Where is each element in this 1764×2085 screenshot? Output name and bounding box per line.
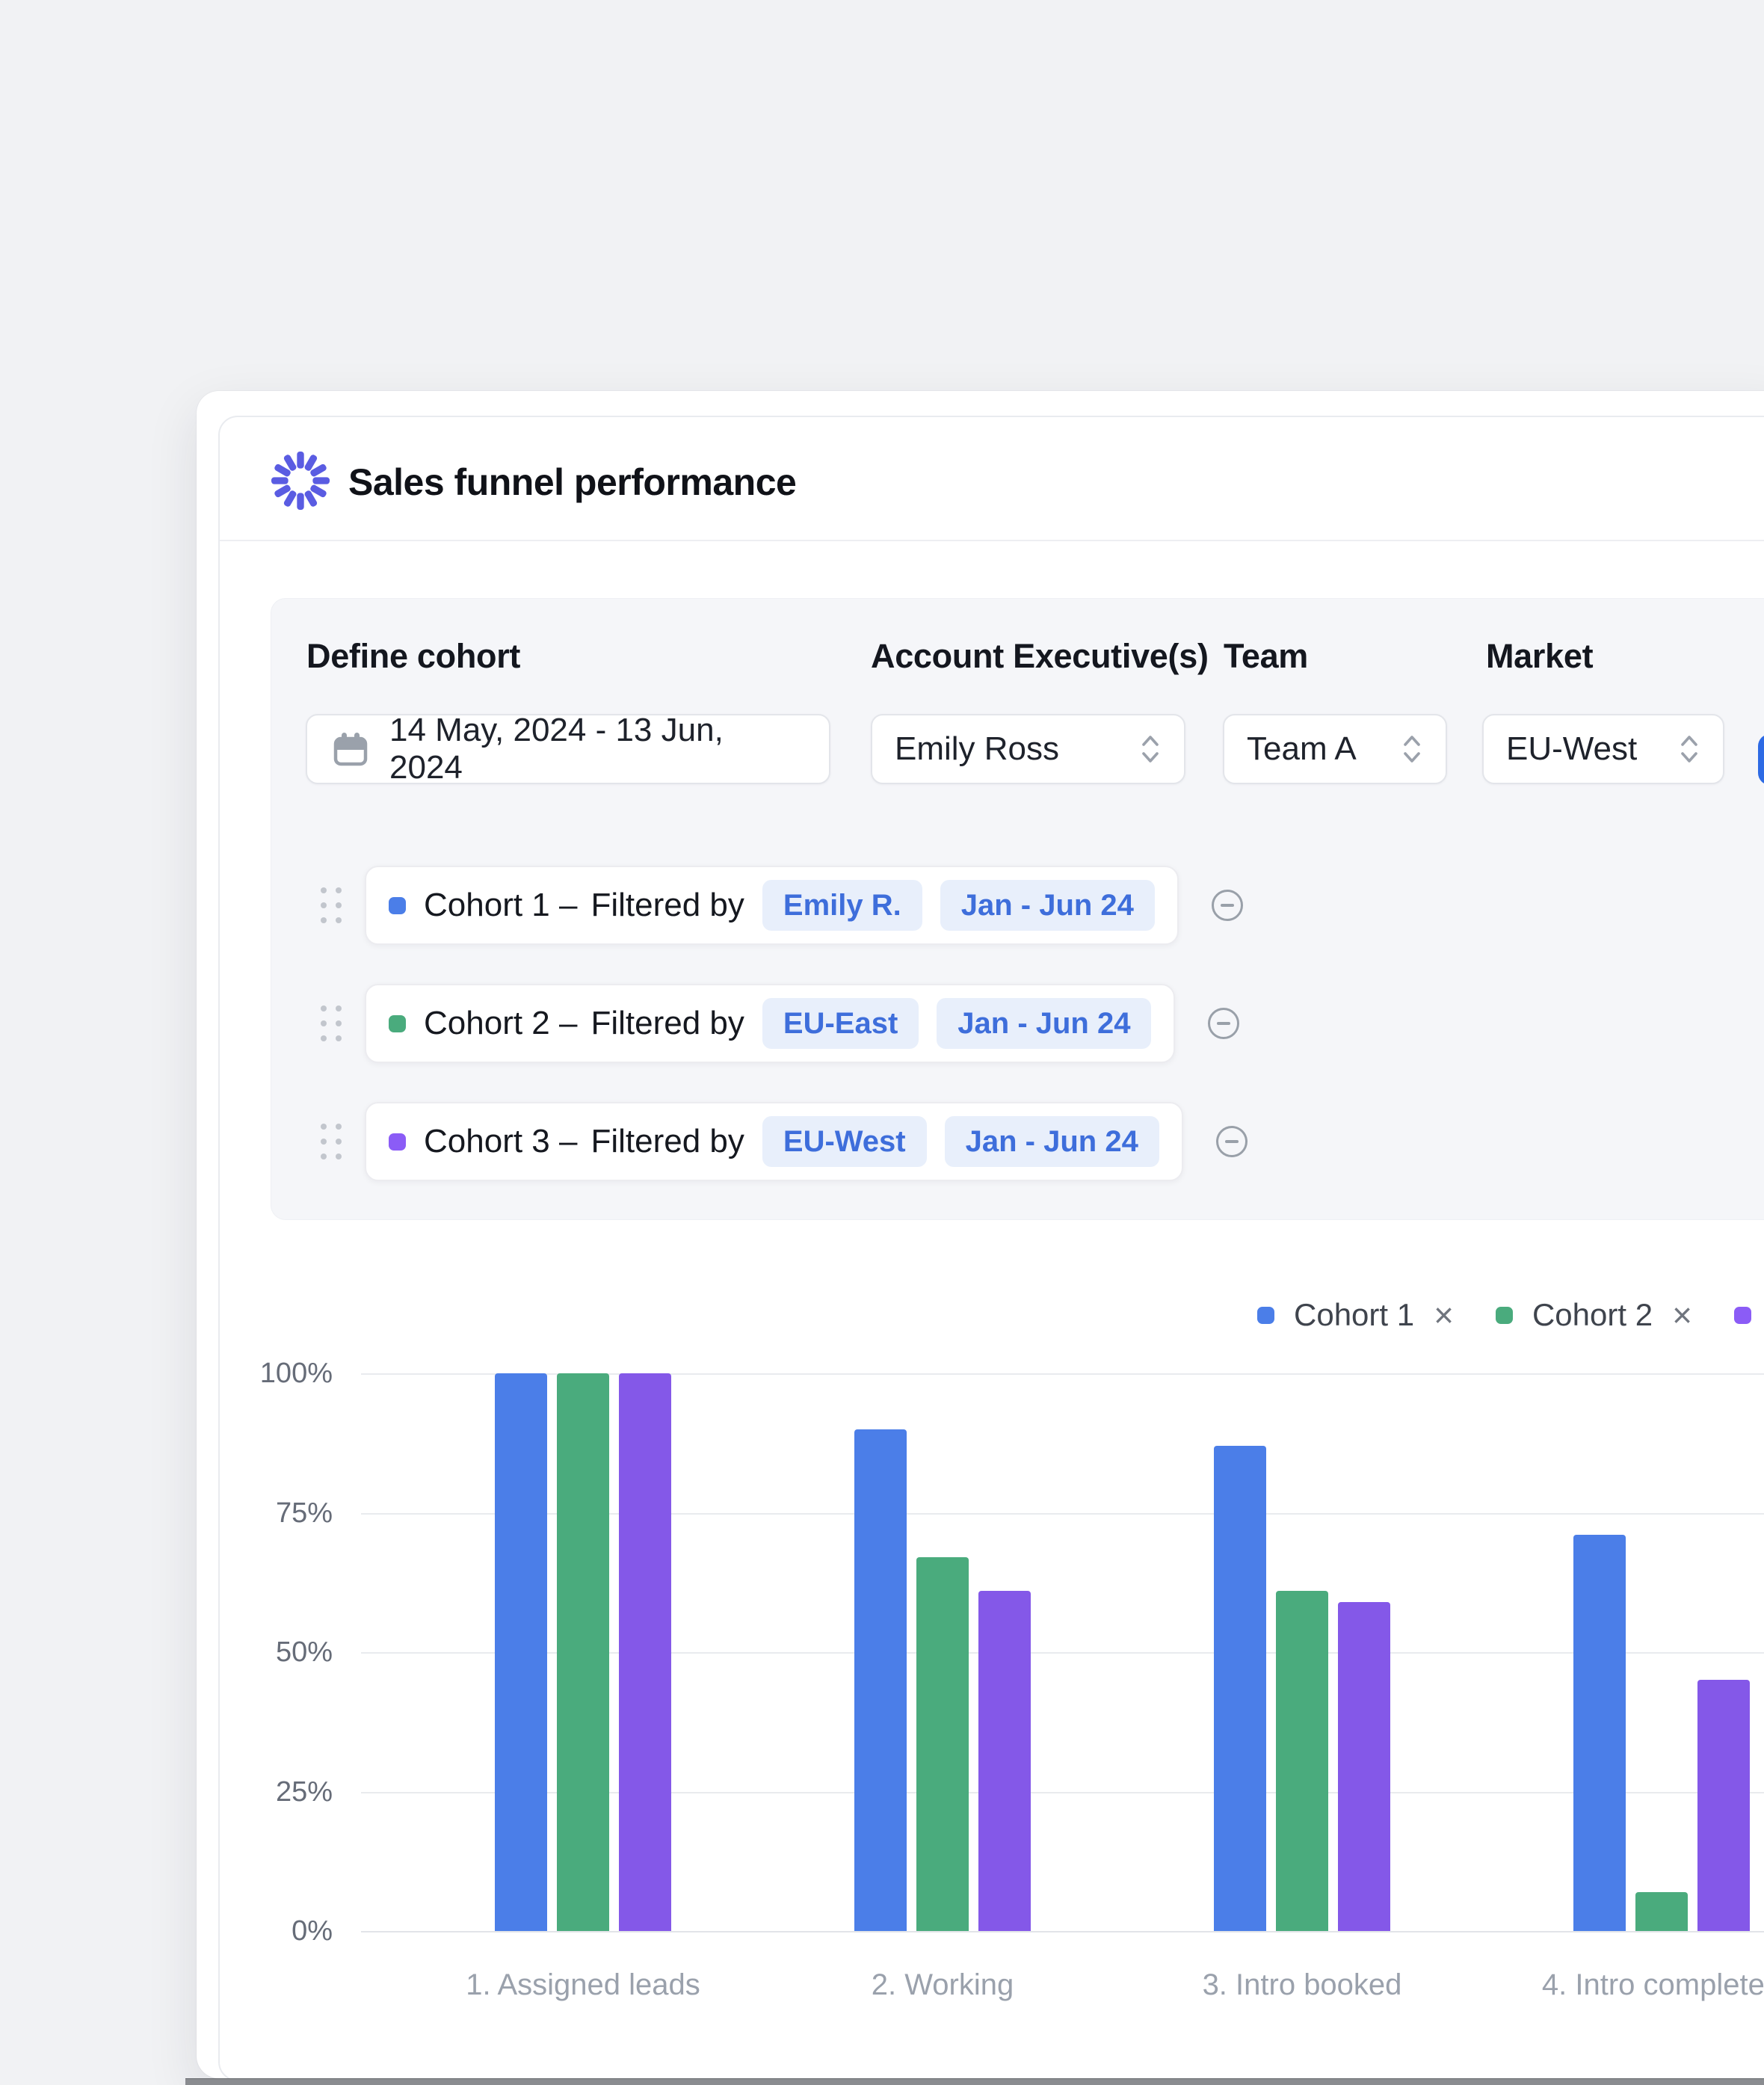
drag-handle-icon[interactable] bbox=[321, 1005, 342, 1041]
account-executive-select[interactable]: Emily Ross bbox=[871, 714, 1185, 784]
close-icon[interactable]: × bbox=[1672, 1298, 1692, 1332]
bottom-edge-bar bbox=[185, 2078, 1764, 2085]
bar-cohort-2-cat4 bbox=[1635, 1892, 1688, 1931]
market-value: EU-West bbox=[1506, 730, 1637, 768]
cohort-color-swatch bbox=[389, 897, 406, 914]
close-icon[interactable]: × bbox=[1434, 1298, 1454, 1332]
x-axis-category: 1. Assigned leads bbox=[396, 1968, 770, 2002]
legend-swatch bbox=[1496, 1307, 1513, 1324]
cohort-row: Cohort 3 – Filtered by EU-West Jan - Jun… bbox=[321, 1102, 1248, 1181]
bar-cohort-1-cat3 bbox=[1214, 1446, 1266, 1931]
filtered-by-label: Filtered by bbox=[590, 1005, 744, 1042]
remove-cohort-icon[interactable] bbox=[1208, 1008, 1239, 1039]
remove-cohort-icon[interactable] bbox=[1216, 1126, 1248, 1157]
app-logo-icon bbox=[271, 452, 330, 510]
chevron-updown-icon bbox=[1139, 731, 1162, 767]
y-axis-tick: 100% bbox=[194, 1358, 333, 1390]
x-axis-category: 2. Working bbox=[756, 1968, 1129, 2002]
cohort-name: Cohort 2 – bbox=[424, 1005, 577, 1042]
legend-item-cohort-1[interactable]: Cohort 1 × bbox=[1257, 1297, 1454, 1333]
x-axis-category: 3. Intro booked bbox=[1115, 1968, 1489, 2002]
cohort-2-card[interactable]: Cohort 2 – Filtered by EU-East Jan - Jun… bbox=[365, 984, 1175, 1063]
legend-label: Cohort 2 bbox=[1532, 1297, 1653, 1333]
cohort-1-card[interactable]: Cohort 1 – Filtered by Emily R. Jan - Ju… bbox=[365, 866, 1179, 945]
chart-legend: Cohort 1 × Cohort 2 × Cohort 3 × bbox=[1257, 1299, 1764, 1331]
bar-cohort-3-cat1 bbox=[619, 1373, 671, 1931]
y-axis-tick: 25% bbox=[194, 1776, 333, 1808]
cohort-color-swatch bbox=[389, 1015, 406, 1032]
y-axis-tick: 0% bbox=[194, 1915, 333, 1947]
legend-item-cohort-2[interactable]: Cohort 2 × bbox=[1496, 1297, 1692, 1333]
bar-cohort-1-cat2 bbox=[854, 1429, 907, 1931]
filter-chip[interactable]: Jan - Jun 24 bbox=[940, 880, 1155, 931]
dashboard-page: Sales funnel performance Define cohort A… bbox=[0, 0, 1764, 2085]
bar-cohort-3-cat2 bbox=[978, 1591, 1031, 1931]
chevron-updown-icon bbox=[1678, 731, 1700, 767]
bar-cohort-3-cat3 bbox=[1338, 1602, 1390, 1931]
bar-cohort-2-cat2 bbox=[916, 1557, 969, 1931]
legend-swatch bbox=[1734, 1307, 1751, 1324]
bar-cohort-1-cat4 bbox=[1573, 1535, 1626, 1931]
gridline-0-baseline bbox=[361, 1931, 1764, 1932]
bar-cohort-2-cat1 bbox=[557, 1373, 609, 1931]
y-axis-tick: 50% bbox=[194, 1636, 333, 1669]
header-divider bbox=[220, 540, 1764, 541]
define-cohort-label: Define cohort bbox=[306, 637, 520, 676]
legend-label: Cohort 1 bbox=[1294, 1297, 1414, 1333]
filter-chip[interactable]: EU-West bbox=[762, 1116, 927, 1167]
filtered-by-label: Filtered by bbox=[590, 1123, 744, 1160]
drag-handle-icon[interactable] bbox=[321, 887, 342, 923]
legend-swatch bbox=[1257, 1307, 1274, 1324]
cohort-color-swatch bbox=[389, 1133, 406, 1151]
x-axis-category: 4. Intro completed bbox=[1475, 1968, 1764, 2002]
edge-action-button[interactable] bbox=[1758, 734, 1764, 785]
cohort-3-card[interactable]: Cohort 3 – Filtered by EU-West Jan - Jun… bbox=[365, 1102, 1183, 1181]
market-label: Market bbox=[1486, 637, 1593, 676]
legend-item-cohort-3[interactable]: Cohort 3 × bbox=[1734, 1297, 1764, 1333]
chevron-updown-icon bbox=[1401, 731, 1423, 767]
account-executives-label: Account Executive(s) bbox=[871, 637, 1209, 676]
date-range-value: 14 May, 2024 - 13 Jun, 2024 bbox=[389, 712, 804, 786]
team-label: Team bbox=[1224, 637, 1308, 676]
cohort-name: Cohort 1 – bbox=[424, 887, 577, 924]
y-axis-tick: 75% bbox=[194, 1497, 333, 1530]
cohort-row: Cohort 1 – Filtered by Emily R. Jan - Ju… bbox=[321, 866, 1243, 945]
filter-chip[interactable]: Emily R. bbox=[762, 880, 922, 931]
calendar-icon bbox=[333, 731, 368, 767]
page-title: Sales funnel performance bbox=[348, 461, 796, 503]
filter-chip[interactable]: EU-East bbox=[762, 998, 919, 1049]
filter-chip[interactable]: Jan - Jun 24 bbox=[945, 1116, 1159, 1167]
filter-chip[interactable]: Jan - Jun 24 bbox=[937, 998, 1151, 1049]
market-select[interactable]: EU-West bbox=[1482, 714, 1724, 784]
remove-cohort-icon[interactable] bbox=[1212, 890, 1243, 921]
team-value: Team A bbox=[1247, 730, 1357, 768]
date-range-input[interactable]: 14 May, 2024 - 13 Jun, 2024 bbox=[306, 714, 830, 784]
cohort-name: Cohort 3 – bbox=[424, 1123, 577, 1160]
bar-cohort-1-cat1 bbox=[495, 1373, 547, 1931]
account-executive-value: Emily Ross bbox=[895, 730, 1059, 768]
cohort-row: Cohort 2 – Filtered by EU-East Jan - Jun… bbox=[321, 984, 1239, 1063]
filtered-by-label: Filtered by bbox=[590, 887, 744, 924]
team-select[interactable]: Team A bbox=[1223, 714, 1447, 784]
bar-cohort-3-cat4 bbox=[1697, 1680, 1750, 1931]
drag-handle-icon[interactable] bbox=[321, 1124, 342, 1159]
bar-cohort-2-cat3 bbox=[1276, 1591, 1328, 1931]
